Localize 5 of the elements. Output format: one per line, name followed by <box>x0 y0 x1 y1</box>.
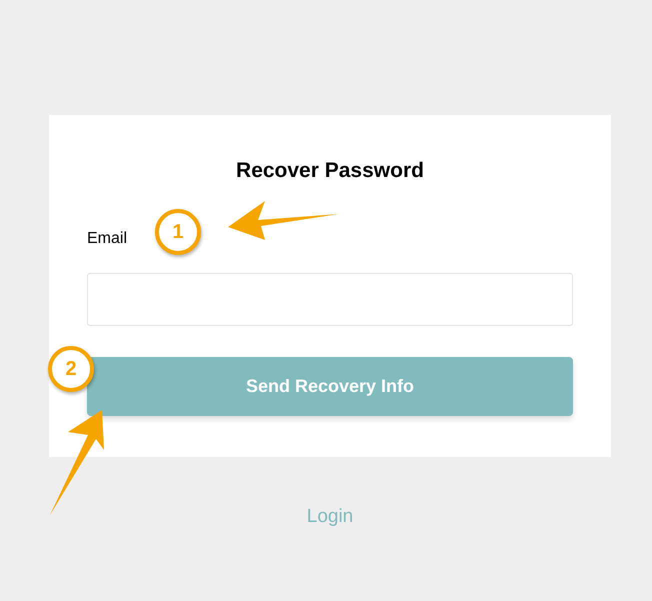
login-link[interactable]: Login <box>306 503 354 532</box>
email-field[interactable] <box>87 272 573 326</box>
send-recovery-button[interactable]: Send Recovery Info <box>87 356 573 416</box>
form-title: Recover Password <box>236 158 424 184</box>
email-label: Email <box>87 228 128 248</box>
